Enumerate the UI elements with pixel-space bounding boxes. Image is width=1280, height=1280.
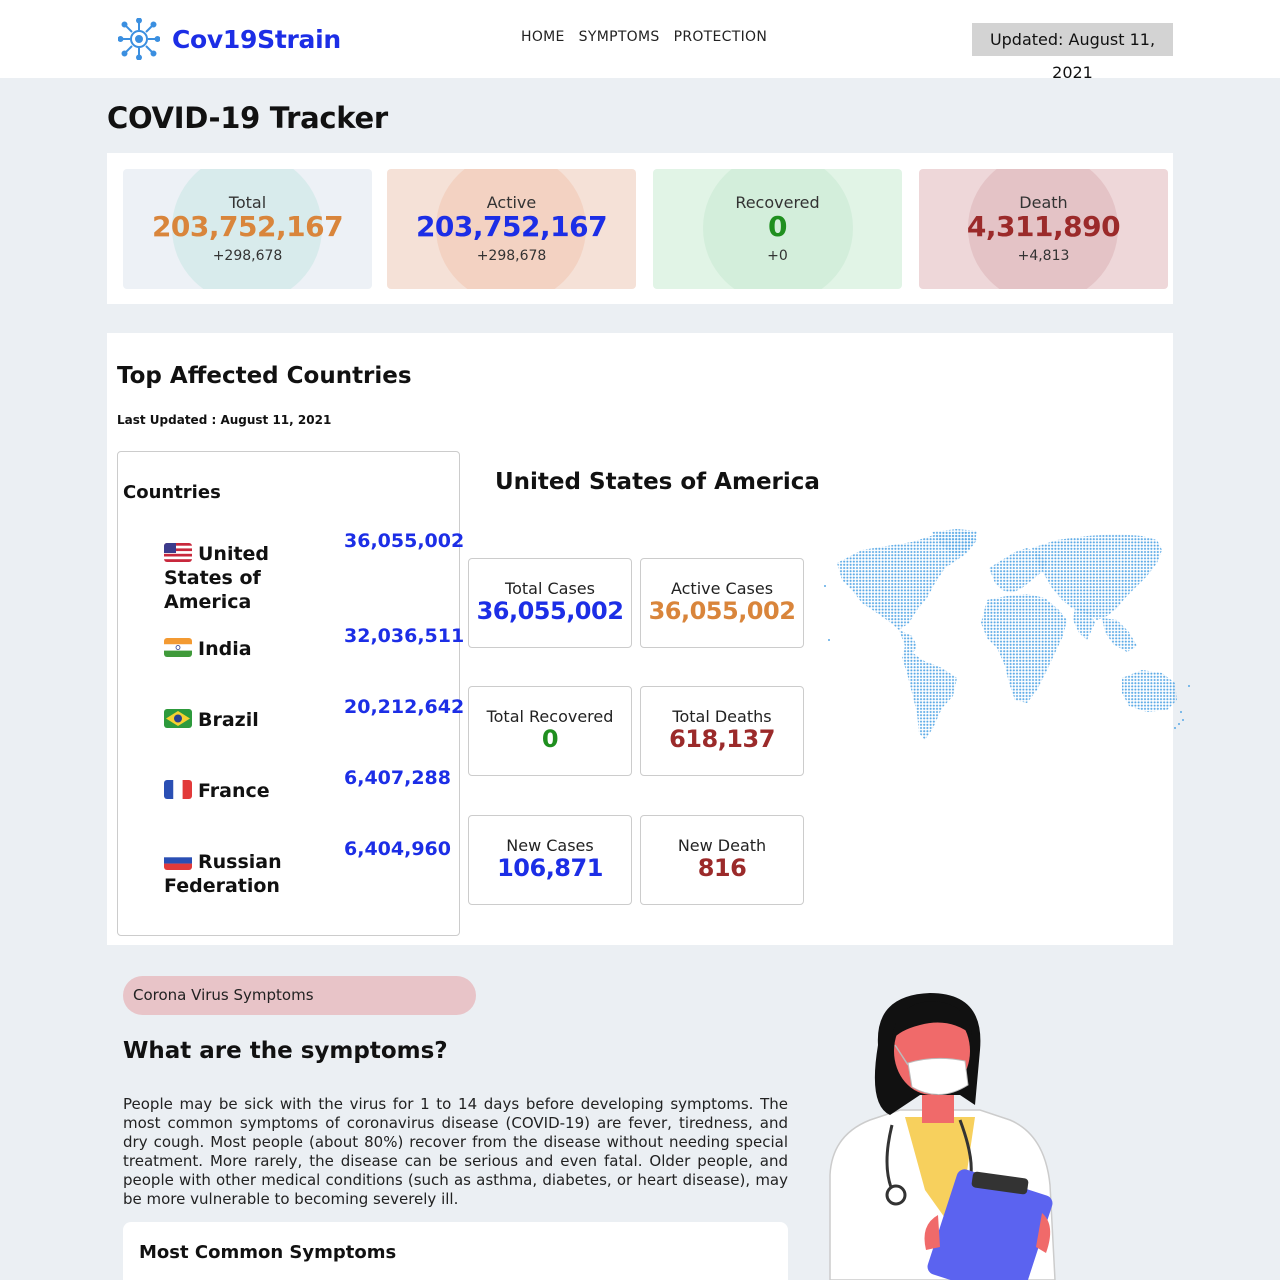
country-count: 32,036,511 bbox=[344, 625, 465, 647]
detail-label: Active Cases bbox=[670, 579, 774, 598]
country-name: Brazil bbox=[164, 708, 339, 732]
total-cases-card: Total Cases 36,055,002 bbox=[468, 558, 632, 648]
country-name: France bbox=[164, 779, 339, 803]
detail-label: Total Cases bbox=[505, 579, 595, 598]
detail-value: 36,055,002 bbox=[476, 597, 624, 625]
stat-card-recovered: Recovered 0 +0 bbox=[653, 169, 902, 289]
symptoms-heading: What are the symptoms? bbox=[123, 1038, 448, 1064]
stats-panel: Total 203,752,167 +298,678 Active 203,75… bbox=[107, 153, 1173, 304]
stat-delta: +298,678 bbox=[476, 248, 547, 264]
total-recovered-card: Total Recovered 0 bbox=[468, 686, 632, 776]
stat-delta: +0 bbox=[767, 248, 788, 264]
detail-value: 816 bbox=[697, 854, 747, 882]
stat-card-death: Death 4,311,890 +4,813 bbox=[919, 169, 1168, 289]
stat-card-active: Active 203,752,167 +298,678 bbox=[387, 169, 636, 289]
russia-flag-icon bbox=[164, 851, 192, 870]
detail-value: 36,055,002 bbox=[648, 597, 796, 625]
country-name: United States of America bbox=[164, 542, 339, 614]
last-updated: Last Updated : August 11, 2021 bbox=[117, 413, 332, 427]
country-count: 36,055,002 bbox=[344, 530, 465, 552]
brand-name: Cov19Strain bbox=[172, 24, 341, 54]
selected-country-title: United States of America bbox=[495, 469, 820, 495]
detail-value: 618,137 bbox=[669, 725, 775, 753]
stat-value: 4,311,890 bbox=[966, 210, 1121, 243]
country-name: India bbox=[164, 637, 339, 661]
france-flag-icon bbox=[164, 780, 192, 799]
detail-value: 106,871 bbox=[497, 854, 603, 882]
nav-protection[interactable]: PROTECTION bbox=[667, 29, 775, 45]
page-title: COVID-19 Tracker bbox=[107, 101, 388, 135]
us-flag-icon bbox=[164, 543, 192, 562]
country-count: 6,407,288 bbox=[344, 767, 451, 789]
countries-list: Countries United States of America 36,05… bbox=[117, 451, 464, 936]
nav-links: HOME SYMPTOMS PROTECTION bbox=[514, 29, 774, 45]
india-flag-icon bbox=[164, 638, 192, 657]
country-name-text: Brazil bbox=[198, 709, 259, 731]
symptoms-pill: Corona Virus Symptoms bbox=[123, 976, 476, 1015]
stat-value: 203,752,167 bbox=[415, 210, 608, 243]
section-title: Top Affected Countries bbox=[117, 363, 412, 389]
symptoms-description: People may be sick with the virus for 1 … bbox=[123, 1095, 788, 1208]
common-symptoms-card: Most Common Symptoms bbox=[123, 1222, 788, 1280]
total-deaths-card: Total Deaths 618,137 bbox=[640, 686, 804, 776]
doctor-illustration bbox=[829, 993, 1056, 1280]
virus-icon bbox=[118, 18, 160, 60]
country-count: 6,404,960 bbox=[344, 838, 451, 860]
new-death-card: New Death 816 bbox=[640, 815, 804, 905]
detail-value: 0 bbox=[541, 725, 559, 753]
updated-badge: Updated: August 11, 2021 bbox=[972, 23, 1173, 82]
active-cases-card: Active Cases 36,055,002 bbox=[640, 558, 804, 648]
brazil-flag-icon bbox=[164, 709, 192, 728]
stat-value: 203,752,167 bbox=[151, 210, 344, 243]
new-cases-card: New Cases 106,871 bbox=[468, 815, 632, 905]
country-name: Russian Federation bbox=[164, 850, 339, 898]
nav-symptoms[interactable]: SYMPTOMS bbox=[572, 29, 667, 45]
countries-heading: Countries bbox=[123, 482, 221, 503]
common-symptoms-title: Most Common Symptoms bbox=[139, 1242, 397, 1263]
nav-home[interactable]: HOME bbox=[514, 29, 572, 45]
stat-value: 0 bbox=[768, 210, 787, 243]
stat-delta: +4,813 bbox=[1017, 248, 1070, 264]
top-affected-section: Top Affected Countries Last Updated : Au… bbox=[107, 333, 1190, 945]
detail-label: New Death bbox=[677, 836, 767, 855]
detail-label: Total Recovered bbox=[486, 707, 614, 726]
brand-link[interactable]: Cov19Strain bbox=[118, 18, 341, 60]
detail-label: Total Deaths bbox=[672, 707, 772, 726]
country-name-text: India bbox=[198, 638, 252, 660]
stat-delta: +298,678 bbox=[212, 248, 283, 264]
detail-label: New Cases bbox=[506, 836, 594, 855]
country-count: 20,212,642 bbox=[344, 696, 465, 718]
stat-card-total: Total 203,752,167 +298,678 bbox=[123, 169, 372, 289]
navbar: Cov19Strain HOME SYMPTOMS PROTECTION Upd… bbox=[0, 0, 1280, 82]
world-map-icon bbox=[824, 529, 1190, 740]
country-name-text: France bbox=[198, 780, 270, 802]
